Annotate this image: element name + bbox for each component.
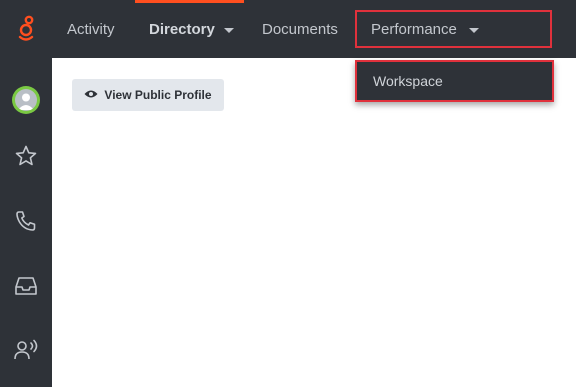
inbox-icon[interactable] [0,266,52,306]
nav-item-label: Activity [67,20,115,38]
left-sidebar [0,58,52,387]
caret-down-icon [223,27,234,33]
avatar[interactable] [0,80,52,120]
nav-item-directory[interactable]: Directory [149,0,234,58]
user-avatar-icon [15,89,37,111]
nav-item-label: Directory [149,20,215,38]
menu-item-workspace[interactable]: Workspace [373,73,443,89]
genesys-logo-icon[interactable] [0,0,52,58]
star-icon[interactable] [0,136,52,176]
performance-highlight-box [355,10,552,48]
nav-item-activity[interactable]: Activity [67,0,115,58]
user-voice-icon[interactable] [0,330,52,370]
nav-item-documents[interactable]: Documents [262,0,338,58]
button-label: View Public Profile [104,88,212,102]
performance-dropdown-menu: Workspace [355,60,554,102]
top-nav-bar: Activity Directory Documents Performance [0,0,576,58]
phone-icon[interactable] [0,201,52,241]
presence-ring [12,86,40,114]
nav-item-label: Documents [262,20,338,38]
view-public-profile-button[interactable]: View Public Profile [72,79,224,111]
eye-icon [84,88,98,102]
